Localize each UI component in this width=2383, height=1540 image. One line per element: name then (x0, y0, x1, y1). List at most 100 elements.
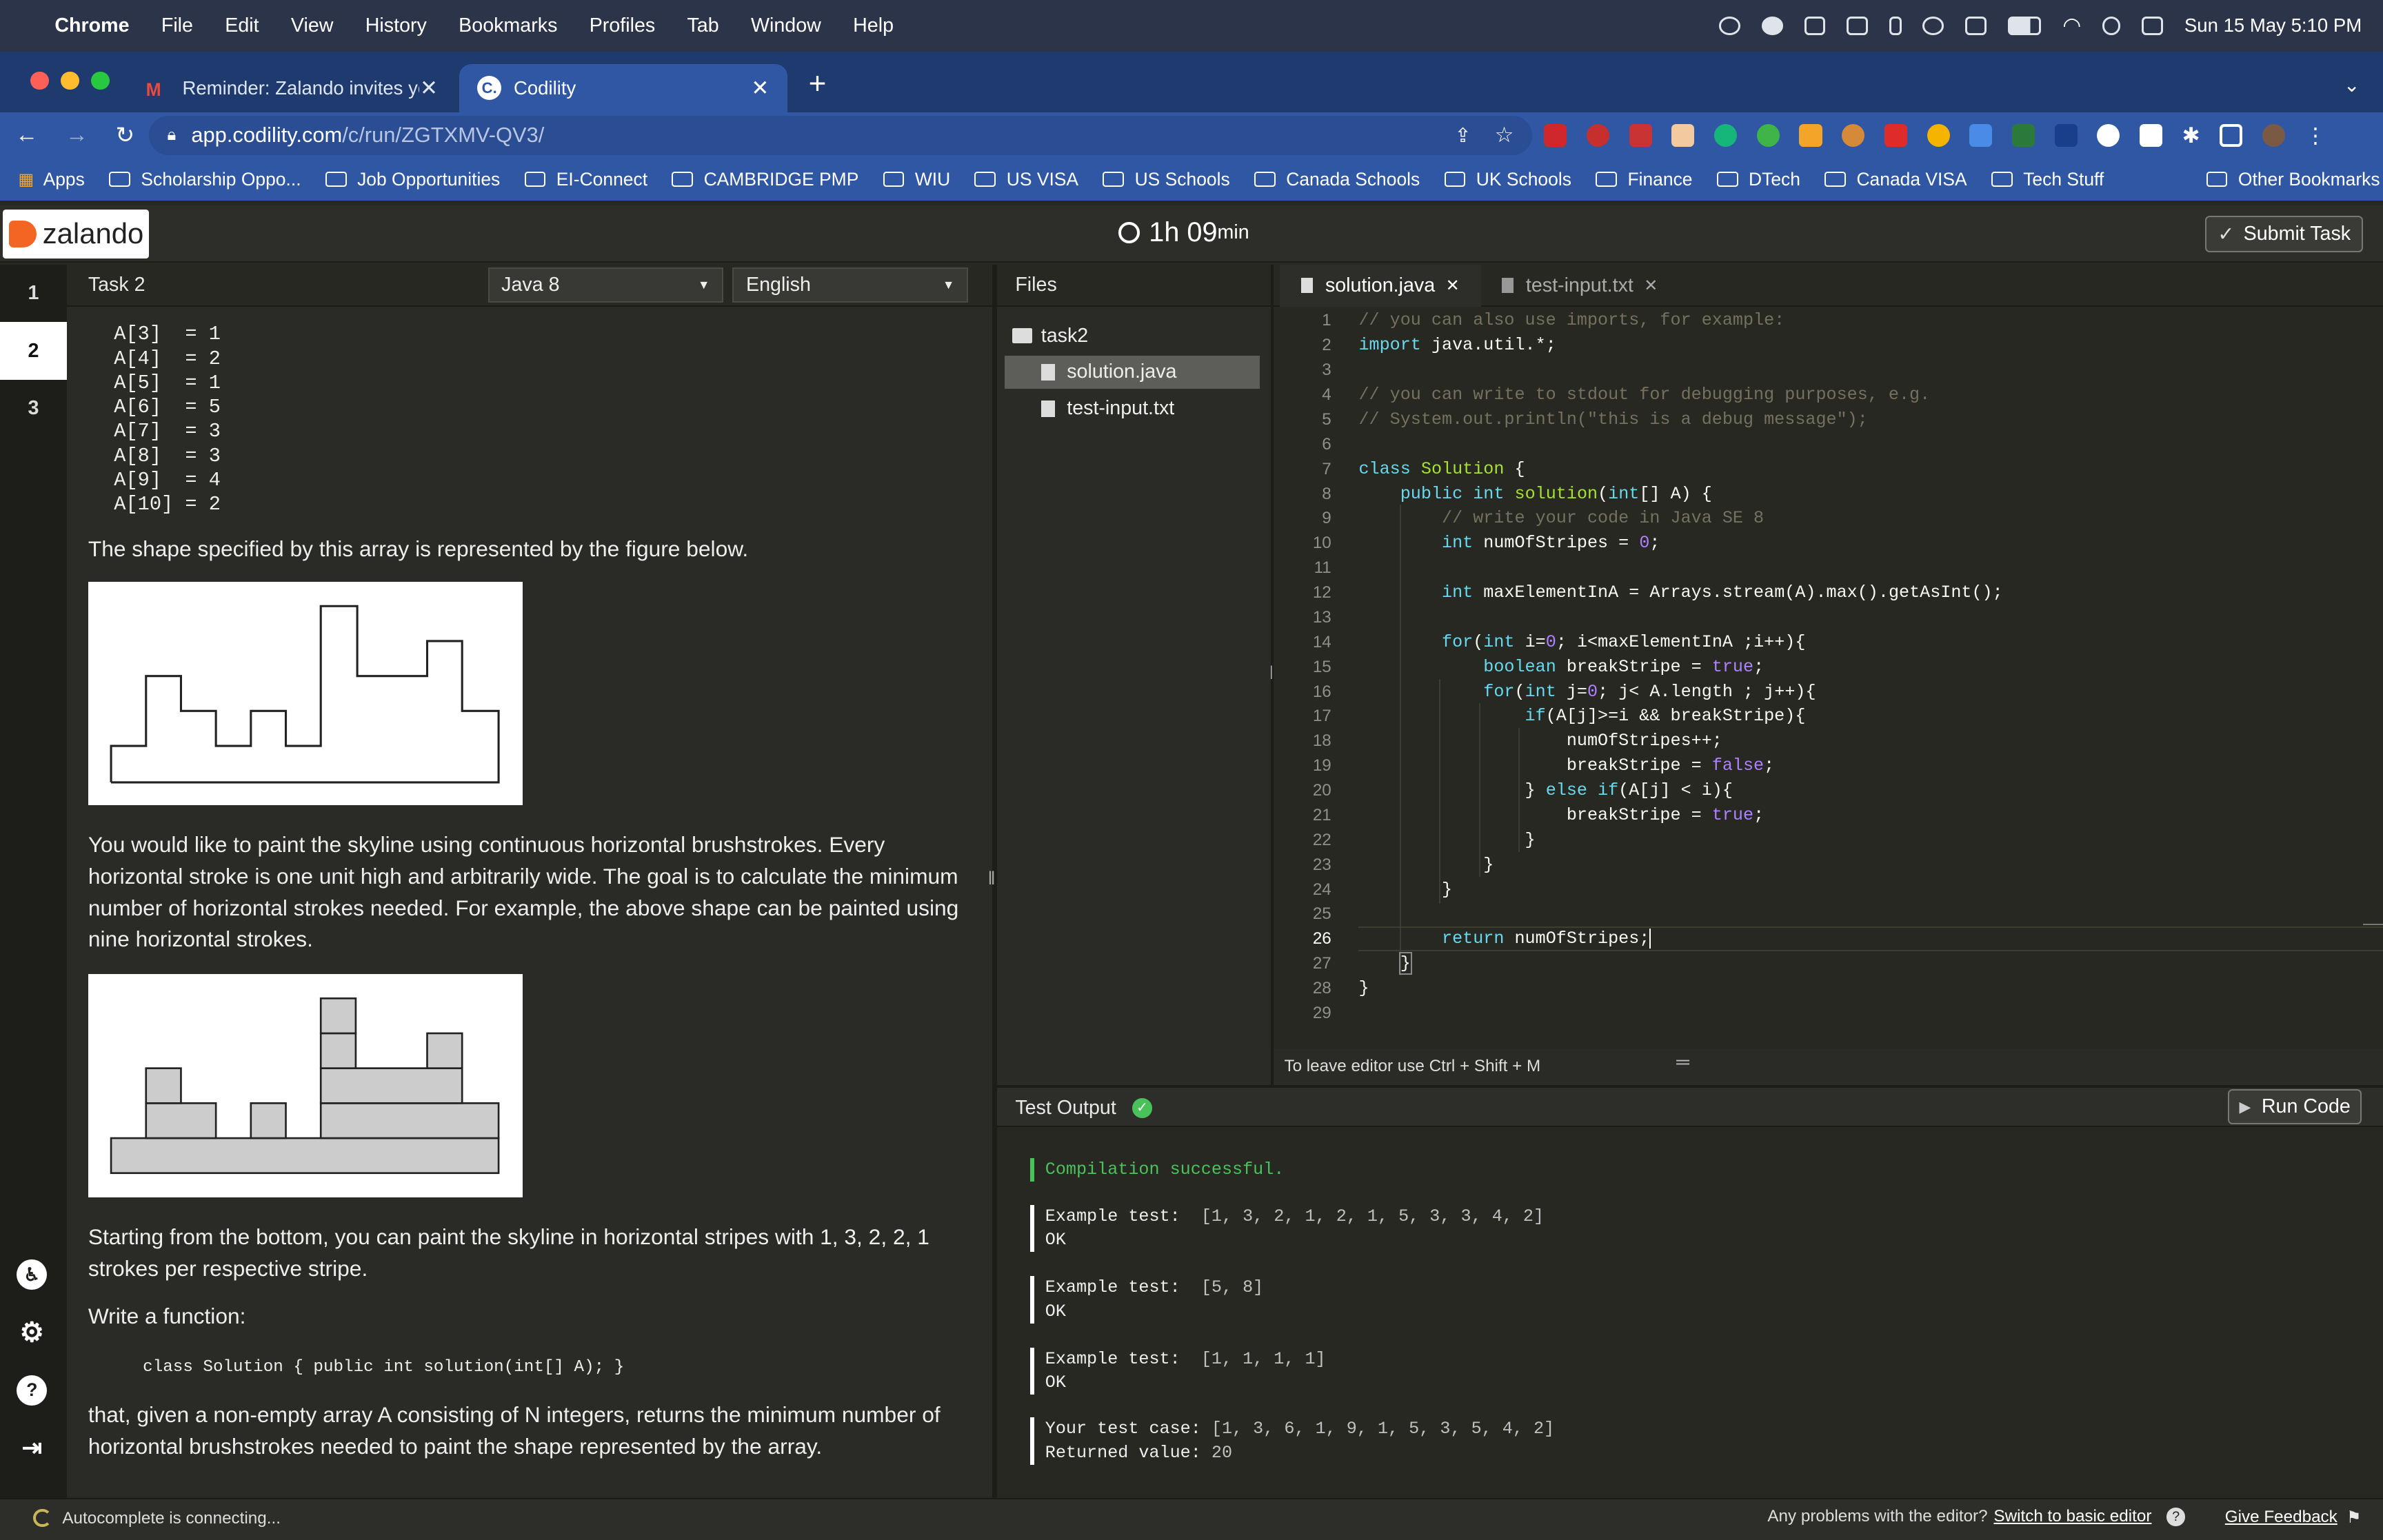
menu-tab[interactable]: Tab (687, 14, 718, 37)
extension-icon[interactable] (2011, 124, 2035, 148)
bookmark-folder[interactable]: Scholarship Oppo... (109, 169, 301, 190)
drive-icon[interactable] (1804, 17, 1826, 35)
bookmark-folder[interactable]: UK Schools (1444, 169, 1571, 190)
submit-task-button[interactable]: ✓ Submit Task (2205, 215, 2364, 252)
code-line[interactable]: // write your code in Java SE 8 (1358, 506, 2002, 531)
code-line[interactable]: int maxElementInA = Arrays.stream(A).max… (1358, 580, 2003, 605)
code-line[interactable]: } else if(A[j] < i){ (1358, 778, 2002, 803)
code-line[interactable]: // you can also use imports, for example… (1358, 308, 2002, 333)
code-line[interactable] (1358, 1001, 2002, 1026)
human-language-select[interactable]: English ▼ (732, 267, 968, 303)
shield-icon[interactable] (1847, 17, 1869, 35)
qr-code-icon[interactable] (2139, 124, 2163, 148)
other-bookmarks[interactable]: Other Bookmarks (2206, 169, 2380, 190)
minimize-window-icon[interactable] (61, 71, 79, 90)
zoom-window-icon[interactable] (91, 71, 110, 90)
menu-bookmarks[interactable]: Bookmarks (459, 14, 557, 37)
bookmark-folder[interactable]: WIU (883, 169, 950, 190)
menu-window[interactable]: Window (751, 14, 821, 37)
run-code-button[interactable]: ▶ Run Code (2228, 1089, 2362, 1125)
bookmark-folder[interactable]: Canada Schools (1254, 169, 1420, 190)
bookmark-folder[interactable]: US VISA (974, 169, 1078, 190)
cookie-icon[interactable] (1842, 124, 1865, 148)
bookmark-folder[interactable]: EI-Connect (524, 169, 647, 190)
extension-icon[interactable] (1587, 124, 1610, 148)
menu-help[interactable]: Help (853, 14, 894, 37)
code-line[interactable]: } (1358, 951, 2002, 976)
give-feedback[interactable]: Give Feedback ⚑ (2225, 1507, 2362, 1528)
code-line[interactable] (1358, 902, 2002, 926)
close-tab-icon[interactable]: ✕ (751, 76, 769, 101)
code-line[interactable] (1358, 605, 2002, 630)
close-window-icon[interactable] (30, 71, 49, 90)
browser-tab-gmail[interactable]: M Reminder: Zalando invites you ✕ (128, 64, 456, 113)
editor-tab-test-input[interactable]: test-input.txt ✕ (1480, 265, 1680, 307)
control-center-icon[interactable] (2142, 17, 2164, 35)
gear-icon[interactable]: ⚙︎ (17, 1317, 47, 1348)
logout-icon[interactable]: ⇥ (17, 1432, 47, 1463)
code-line[interactable]: breakStripe = true; (1358, 803, 2002, 828)
bookmark-folder[interactable]: CAMBRIDGE PMP (672, 169, 858, 190)
editor-tab-solution[interactable]: solution.java ✕ (1279, 264, 1481, 307)
file-solution-java[interactable]: solution.java (1004, 355, 1260, 389)
new-tab-icon[interactable]: + (809, 67, 827, 101)
display-icon[interactable] (1965, 17, 1987, 35)
m-app-icon[interactable] (1761, 17, 1783, 35)
extension-icon[interactable] (1884, 124, 1907, 148)
browser-tab-codility[interactable]: C. Codility ✕ (459, 63, 787, 113)
extension-icon[interactable] (2054, 124, 2078, 148)
code-line[interactable]: if(A[j]>=i && breakStripe){ (1358, 704, 2002, 729)
menu-edit[interactable]: Edit (225, 14, 259, 37)
help-icon[interactable]: ? (2166, 1508, 2185, 1526)
adblock-icon[interactable] (1544, 124, 1567, 148)
resize-handle-icon[interactable]: ‖ (988, 868, 996, 889)
back-icon[interactable]: ← (15, 122, 38, 148)
code-line[interactable]: breakStripe = false; (1358, 753, 2002, 778)
extension-icon[interactable] (1799, 124, 1822, 148)
lock-icon[interactable]: 🔒︎ (167, 125, 176, 145)
code-line[interactable]: return numOfStripes; (1358, 926, 2002, 951)
menu-view[interactable]: View (291, 14, 334, 37)
menu-app-name[interactable]: Chrome (54, 14, 129, 37)
drag-handle-icon[interactable]: ═ (1676, 1051, 1689, 1073)
code-line[interactable]: } (1358, 976, 2002, 1001)
code-line[interactable]: } (1358, 828, 2002, 853)
accessibility-icon[interactable]: ♿︎ (17, 1259, 48, 1290)
menu-file[interactable]: File (161, 14, 193, 37)
avatar[interactable] (2262, 124, 2285, 148)
headphones-icon[interactable] (1719, 17, 1741, 35)
code-line[interactable]: // you can write to stdout for debugging… (1358, 383, 2002, 407)
paperclip-icon[interactable] (1889, 17, 1902, 35)
code-line[interactable]: } (1358, 878, 2002, 902)
close-tab-icon[interactable]: ✕ (1644, 275, 1658, 296)
code-line[interactable] (1358, 556, 2002, 580)
switch-basic-editor-link[interactable]: Switch to basic editor (1993, 1507, 2151, 1526)
grammarly-icon[interactable] (1714, 124, 1738, 148)
bookmark-folder[interactable]: DTech (1716, 169, 1800, 190)
bookmark-apps[interactable]: ▦ Apps (18, 169, 84, 190)
bookmark-folder[interactable]: Tech Stuff (1991, 169, 2104, 190)
task-number-2[interactable]: 2 (0, 322, 67, 380)
code-line[interactable]: class Solution { (1358, 457, 2002, 482)
task-number-3[interactable]: 3 (0, 380, 67, 438)
code-content[interactable]: // you can also use imports, for example… (1358, 307, 2002, 1026)
drive-extension-icon[interactable] (1969, 124, 1993, 148)
extension-icon[interactable] (2097, 124, 2120, 148)
code-line[interactable]: for(int j=0; j< A.length ; j++){ (1358, 680, 2002, 705)
code-line[interactable]: public int solution(int[] A) { (1358, 482, 2002, 507)
bookmark-folder[interactable]: US Schools (1103, 169, 1230, 190)
share-icon[interactable]: ⇪ (1455, 123, 1471, 148)
spotlight-search-icon[interactable] (2102, 17, 2121, 35)
code-line[interactable] (1358, 358, 2002, 383)
menu-history[interactable]: History (365, 14, 427, 37)
give-feedback-link[interactable]: Give Feedback (2225, 1508, 2337, 1527)
extension-icon[interactable] (1927, 124, 1950, 148)
bookmark-folder[interactable]: Job Opportunities (325, 169, 500, 190)
code-line[interactable] (1358, 432, 2002, 457)
forward-icon[interactable]: → (66, 122, 88, 148)
evernote-icon[interactable] (1756, 124, 1780, 148)
bookmark-star-icon[interactable]: ☆ (1495, 123, 1514, 148)
help-icon[interactable]: ? (17, 1375, 48, 1406)
task-number-1[interactable]: 1 (0, 265, 67, 323)
code-line[interactable]: boolean breakStripe = true; (1358, 655, 2002, 680)
